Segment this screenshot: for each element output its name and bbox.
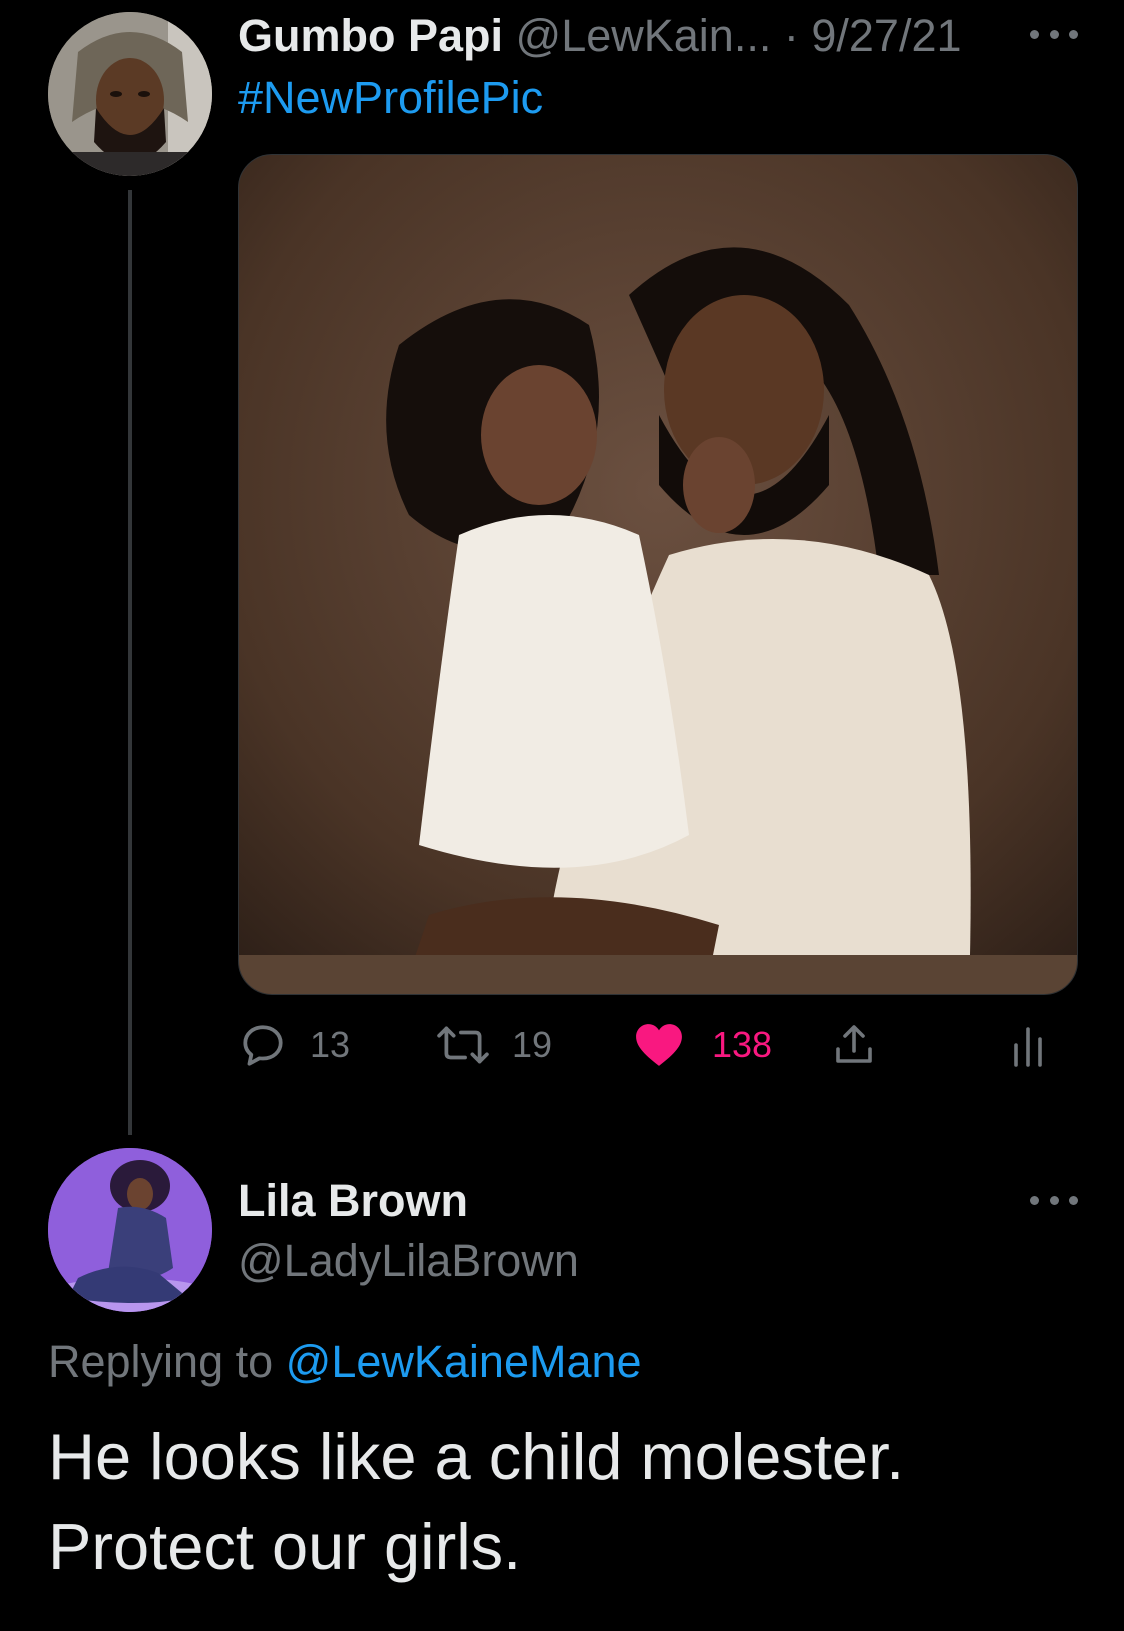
tweet-text-line: Protect our girls. [48,1510,522,1583]
portrait-photo [239,155,1077,994]
avatar-photo [48,1148,212,1312]
avatar[interactable] [48,1148,212,1312]
tweet-header: Gumbo Papi @LewKain... · 9/27/21 [238,10,998,62]
analytics-icon [1014,1027,1042,1067]
tweet-text: He looks like a child molester. Protect … [48,1412,1088,1592]
tweet-text-line: He looks like a child molester. [48,1420,905,1493]
display-name[interactable]: Lila Brown [238,1175,468,1227]
share-button[interactable] [830,1015,878,1075]
avatar-photo [48,12,212,176]
avatar[interactable] [48,12,212,176]
like-count: 138 [712,1024,773,1065]
share-icon [836,1025,872,1063]
user-handle[interactable]: @LewKain... [516,10,772,61]
retweet-icon [437,1026,489,1064]
original-tweet[interactable]: Gumbo Papi @LewKain... · 9/27/21 #NewPro… [0,0,1124,1140]
mention-link[interactable]: @LewKaineMane [286,1336,642,1387]
heart-icon [636,1024,682,1066]
retweet-button[interactable]: 19 [436,1015,552,1075]
display-name[interactable]: Gumbo Papi [238,10,503,61]
reply-button[interactable]: 13 [238,1015,350,1075]
tweet-actions: 13 19 138 [238,1015,1076,1075]
thread-connector-line [128,190,132,1135]
reply-count: 13 [310,1024,351,1065]
reply-icon [243,1025,283,1066]
user-handle[interactable]: @LadyLilaBrown [238,1235,579,1287]
like-button[interactable]: 138 [634,1015,772,1075]
replying-to-line: Replying to @LewKaineMane [48,1336,642,1388]
more-icon[interactable] [1030,24,1078,44]
retweet-count: 19 [512,1024,553,1065]
header-separator: · [783,10,799,61]
hashtag-link[interactable]: #NewProfilePic [238,72,543,124]
replying-to-label: Replying to [48,1336,274,1387]
more-icon[interactable] [1030,1190,1078,1210]
tweet-date[interactable]: 9/27/21 [811,10,961,61]
tweet-photo[interactable] [238,154,1078,995]
analytics-button[interactable] [1008,1015,1048,1075]
